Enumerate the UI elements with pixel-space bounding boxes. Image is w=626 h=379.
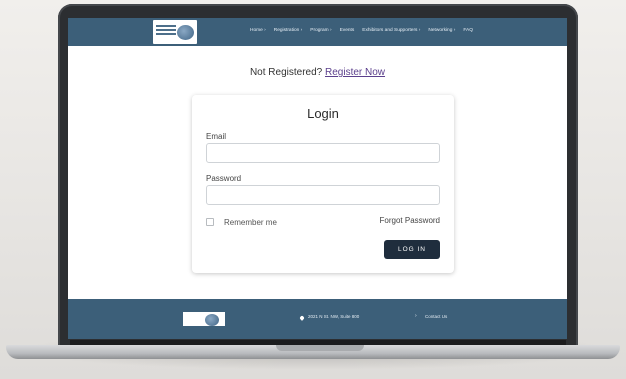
chevron-right-icon: › <box>415 313 417 319</box>
email-label: Email <box>206 132 227 141</box>
nav-program[interactable]: Program › <box>310 28 331 33</box>
laptop-screen: Home › Registration › Program › Events E… <box>68 18 567 339</box>
pin-icon <box>299 315 305 321</box>
site-logo[interactable] <box>153 20 197 44</box>
site-footer: 2021 N St. NW, Suite 800 › Contact Us <box>68 299 567 339</box>
laptop-notch <box>276 345 364 351</box>
nav-faq[interactable]: FAQ <box>463 28 473 33</box>
login-title: Login <box>307 106 339 121</box>
forgot-password-link[interactable]: Forgot Password <box>380 216 440 225</box>
globe-icon <box>205 314 219 326</box>
email-field[interactable] <box>206 143 440 163</box>
footer-address: 2021 N St. NW, Suite 800 <box>308 314 360 319</box>
password-label: Password <box>206 174 242 183</box>
login-button[interactable]: LOG IN <box>384 240 440 259</box>
footer-logo[interactable] <box>183 312 225 326</box>
site-header: Home › Registration › Program › Events E… <box>68 18 567 46</box>
nav-exhibitors[interactable]: Exhibitors and Supporters › <box>362 28 420 33</box>
logo-text-lines <box>156 25 176 37</box>
nav-home[interactable]: Home › <box>250 28 266 33</box>
register-now-link[interactable]: Register Now <box>325 67 385 78</box>
nav-events[interactable]: Events <box>340 28 355 33</box>
globe-icon <box>177 25 194 40</box>
login-card: Login Email Password Remember me Forgot … <box>192 95 454 273</box>
registration-prompt-text: Not Registered? <box>249 67 323 78</box>
contact-us-link[interactable]: Contact Us <box>425 314 447 319</box>
password-field[interactable] <box>206 185 440 205</box>
remember-me-label: Remember me <box>224 218 277 227</box>
remember-me-checkbox[interactable] <box>206 218 214 226</box>
nav-registration[interactable]: Registration › <box>274 28 303 33</box>
registration-prompt: Not Registered? Register Now <box>68 67 567 78</box>
nav-networking[interactable]: Networking › <box>428 28 455 33</box>
main-nav: Home › Registration › Program › Events E… <box>250 28 473 33</box>
